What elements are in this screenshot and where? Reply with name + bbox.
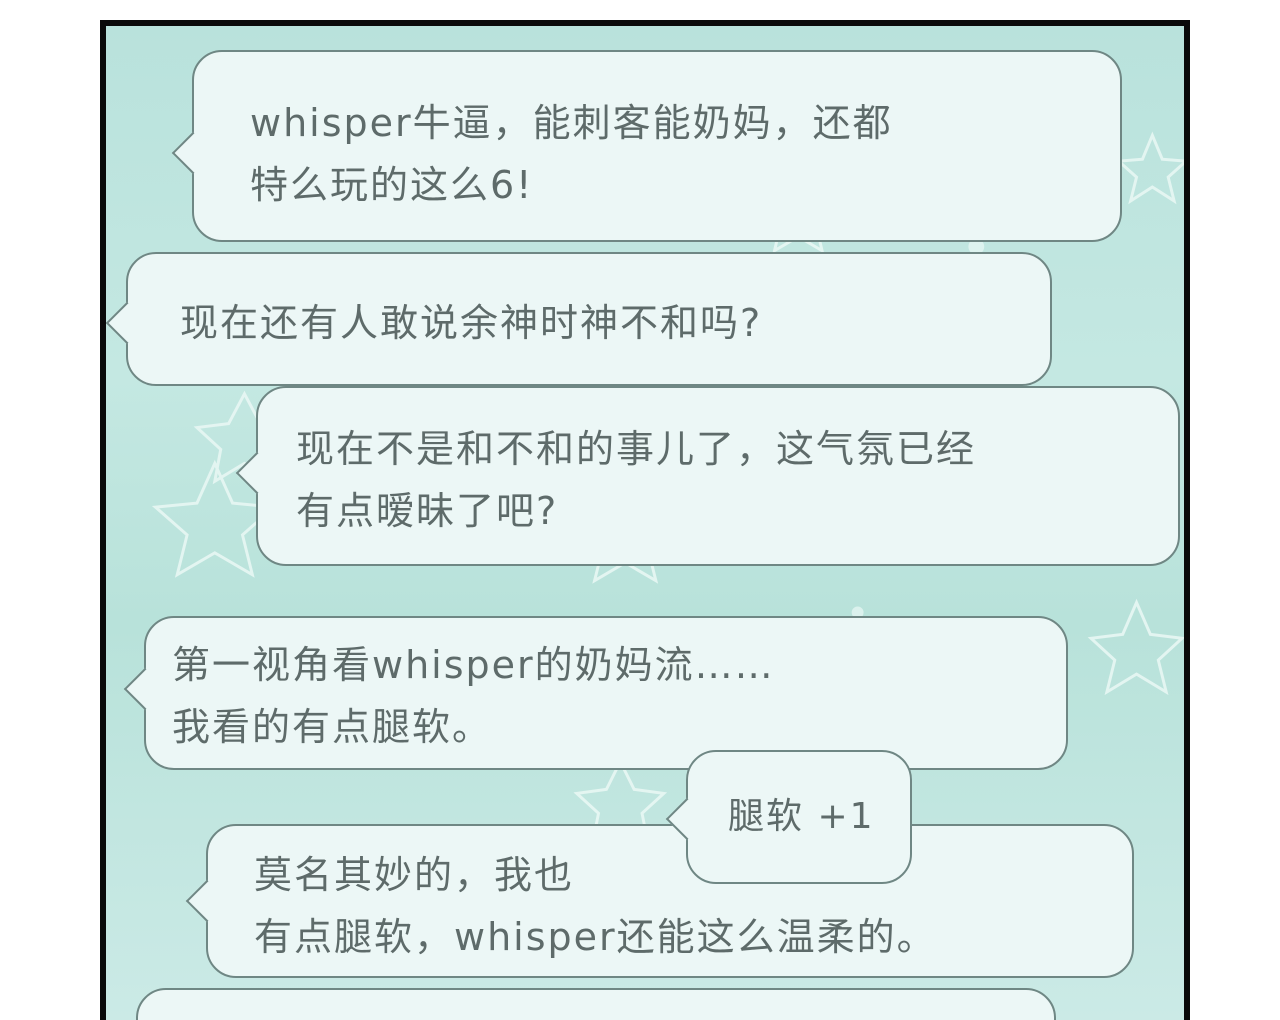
comment-text: whisper牛逼，能刺客能奶妈，还都	[250, 101, 893, 145]
comment-bubble: 莫名其妙的，我也 有点腿软，whisper还能这么温柔的。	[185, 824, 1134, 978]
comment-bubble: 现在还有人敢说余神时神不和吗?	[106, 252, 1052, 386]
comment-text: 腿软 +1	[728, 796, 875, 837]
comment-text: 有点暧昧了吧?	[296, 489, 559, 533]
comment-bubble-partial	[136, 988, 1056, 1020]
comic-panel: whisper牛逼，能刺客能奶妈，还都 特么玩的这么6! 现在还有人敢说余神时神…	[100, 20, 1190, 1020]
reply-bubble: 腿软 +1	[665, 750, 912, 884]
comment-bubble: 第一视角看whisper的奶妈流…… 我看的有点腿软。	[123, 616, 1068, 770]
comment-text: 现在还有人敢说余神时神不和吗?	[180, 301, 763, 345]
comment-text: 第一视角看whisper的奶妈流……	[172, 643, 775, 687]
star-icon	[1115, 131, 1184, 205]
comment-bubble: whisper牛逼，能刺客能奶妈，还都 特么玩的这么6!	[171, 50, 1122, 242]
comment-text: 有点腿软，whisper还能这么温柔的。	[254, 915, 937, 959]
comment-text: 特么玩的这么6!	[250, 163, 534, 207]
comment-text: 现在不是和不和的事儿了，这气氛已经	[296, 427, 977, 471]
star-icon	[1087, 598, 1184, 696]
comment-bubble: 现在不是和不和的事儿了，这气氛已经 有点暧昧了吧?	[235, 386, 1180, 566]
comment-text: 我看的有点腿软。	[172, 705, 493, 749]
